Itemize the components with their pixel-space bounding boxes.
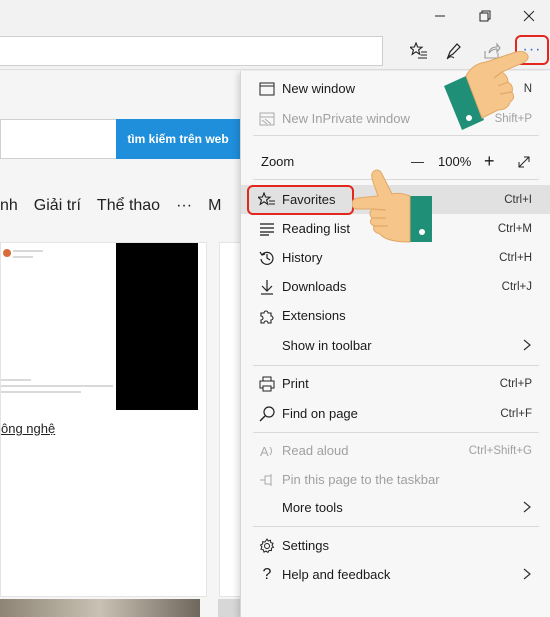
menu-item-downloads[interactable]: Downloads Ctrl+J	[241, 272, 550, 301]
article-link[interactable]: ông nghệ	[1, 421, 55, 436]
menu-item-shortcut: Ctrl+F	[500, 407, 532, 420]
news-nav: nh Giải trí Thể thao ··· M	[0, 197, 221, 221]
menu-item-show-in-toolbar[interactable]: Show in toolbar	[241, 331, 550, 360]
menu-item-pin-to-taskbar[interactable]: Pin this page to the taskbar	[241, 465, 550, 494]
menu-item-shortcut: Ctrl+Shift+G	[468, 444, 532, 457]
menu-divider	[253, 526, 539, 527]
menu-item-label: History	[282, 250, 323, 265]
menu-divider	[253, 365, 539, 366]
menu-item-extensions[interactable]: Extensions	[241, 301, 550, 330]
zoom-in-button[interactable]: +	[484, 147, 495, 176]
close-button[interactable]	[514, 4, 544, 28]
menu-item-shortcut: Ctrl+H	[499, 251, 532, 264]
minimize-icon	[435, 15, 445, 17]
nav-more-icon[interactable]: ···	[176, 197, 192, 221]
restore-icon	[479, 10, 491, 22]
menu-item-label: More tools	[282, 500, 343, 515]
address-bar[interactable]	[0, 36, 383, 66]
history-icon	[258, 249, 276, 267]
video-thumbnail	[116, 243, 198, 410]
menu-item-shortcut: Ctrl+J	[501, 280, 532, 293]
menu-item-label: New window	[282, 81, 355, 96]
menu-item-label: Zoom	[261, 154, 295, 169]
menu-item-label: Read aloud	[282, 443, 349, 458]
nav-item-sports[interactable]: Thể thao	[97, 197, 160, 221]
chevron-right-icon	[523, 500, 531, 516]
menu-item-label: Print	[282, 376, 309, 391]
menu-item-label: Pin this page to the taskbar	[282, 472, 440, 487]
window-icon	[258, 80, 276, 98]
menu-item-label: Settings	[282, 538, 329, 553]
menu-divider	[253, 135, 539, 136]
menu-item-label: Downloads	[282, 279, 347, 294]
download-icon	[258, 278, 276, 296]
browser-window: ··· tìm kiếm trên web nh Giải trí Thể th…	[0, 0, 550, 617]
menu-item-shortcut: Ctrl+M	[497, 222, 532, 235]
instagram-post-image	[1, 243, 116, 410]
fullscreen-icon	[518, 156, 530, 167]
pin-icon	[258, 471, 276, 489]
menu-item-history[interactable]: History Ctrl+H	[241, 243, 550, 272]
menu-item-find-on-page[interactable]: Find on page Ctrl+F	[241, 399, 550, 428]
menu-item-shortcut: Ctrl+P	[499, 377, 532, 390]
printer-icon	[258, 375, 276, 393]
menu-item-read-aloud[interactable]: A Read aloud Ctrl+Shift+G	[241, 436, 550, 465]
menu-item-label: Reading list	[282, 221, 350, 236]
menu-item-label: Extensions	[282, 308, 346, 323]
restore-button[interactable]	[470, 4, 500, 28]
pointing-hand-icon	[444, 51, 529, 130]
favorites-toolbar-button[interactable]	[406, 38, 432, 64]
pointing-hand-icon	[352, 169, 432, 243]
menu-item-print[interactable]: Print Ctrl+P	[241, 369, 550, 398]
menu-item-help-and-feedback[interactable]: ? Help and feedback	[241, 560, 550, 589]
gear-icon	[258, 537, 276, 555]
search-icon	[258, 405, 276, 423]
read-aloud-icon: A	[258, 442, 276, 460]
puzzle-icon	[258, 307, 276, 325]
news-card[interactable]	[219, 242, 241, 597]
favorites-star-lines-icon	[410, 42, 427, 59]
news-card[interactable]: ông nghệ	[0, 242, 207, 597]
menu-item-settings[interactable]: Settings	[241, 531, 550, 560]
menu-item-label: Show in toolbar	[282, 338, 372, 353]
minimize-button[interactable]	[425, 4, 455, 28]
nav-item-entertainment[interactable]: Giải trí	[34, 197, 81, 221]
reading-list-icon	[258, 220, 276, 238]
menu-item-more-tools[interactable]: More tools	[241, 493, 550, 522]
favorites-callout-box	[247, 185, 354, 215]
article-image	[0, 599, 200, 617]
question-mark-icon: ?	[262, 565, 272, 583]
nav-item[interactable]: nh	[0, 197, 18, 221]
svg-text:A: A	[260, 444, 269, 459]
title-bar	[0, 0, 550, 32]
menu-divider	[253, 432, 539, 433]
menu-item-label: Help and feedback	[282, 567, 391, 582]
inprivate-window-icon	[258, 110, 276, 128]
menu-item-shortcut: Ctrl+I	[504, 193, 532, 206]
web-search-button[interactable]: tìm kiếm trên web	[116, 119, 240, 159]
menu-item-label: Find on page	[282, 406, 358, 421]
fullscreen-button[interactable]	[517, 147, 531, 176]
menu-item-label: New InPrivate window	[282, 111, 410, 126]
chevron-right-icon	[523, 567, 531, 583]
nav-item[interactable]: M	[208, 197, 221, 221]
chevron-right-icon	[523, 338, 531, 354]
settings-menu: New window N New InPrivate window Shift+…	[240, 71, 550, 617]
zoom-level: 100%	[438, 154, 472, 169]
close-icon	[523, 10, 535, 22]
